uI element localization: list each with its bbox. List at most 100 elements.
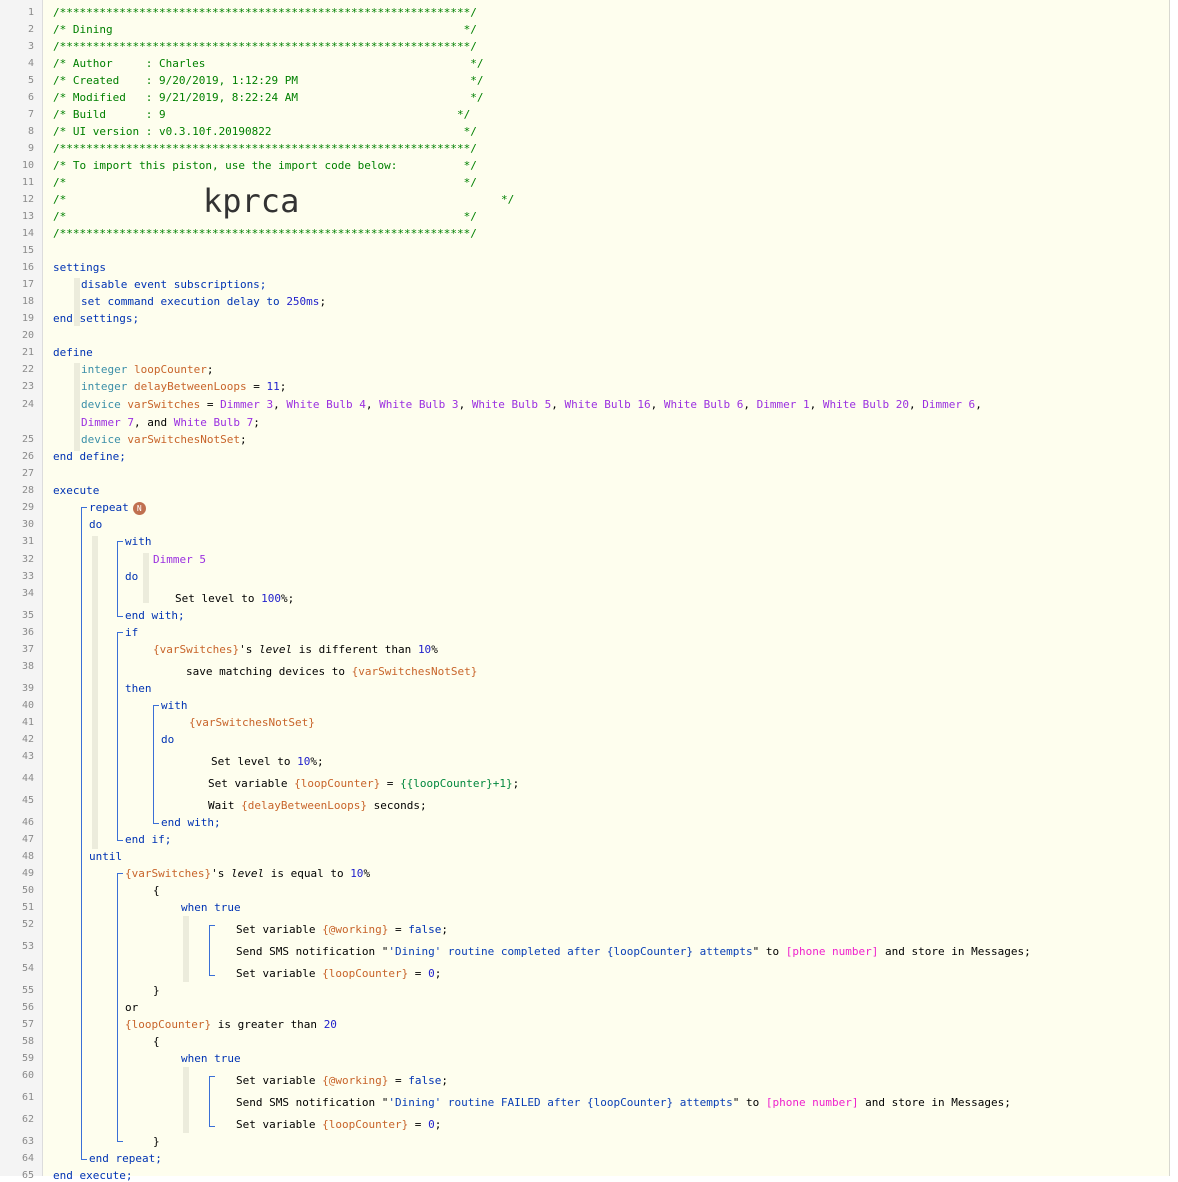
header-blank: /* */: [53, 210, 477, 223]
code-editor[interactable]: 1 2 3 4 5 6 7 8 9 10 11 12 13 14 15 16 17 18 19 20 21 22 23 24 2…: [0, 0, 1170, 1182]
end-with[interactable]: end with;: [161, 816, 221, 829]
indent-guide: [143, 553, 149, 603]
sms-to: " to: [732, 1096, 766, 1109]
level-value-100: 100: [261, 592, 281, 605]
send-sms-failed[interactable]: Send SMS notification "'Dining' routine …: [236, 1096, 1011, 1109]
settings-keyword[interactable]: settings: [53, 261, 106, 274]
var-switches-not-set-ref: {varSwitchesNotSet}: [351, 665, 478, 678]
line-number: 41: [21, 717, 34, 728]
line-number: 6: [27, 92, 34, 103]
when-true[interactable]: when true: [181, 901, 241, 914]
line-number: 35: [21, 610, 34, 621]
line-number: 42: [21, 734, 34, 745]
line-number: 5: [27, 75, 34, 86]
set-variable-working-false[interactable]: Set variable {@working} = false;: [236, 923, 448, 936]
value-10: 10: [350, 867, 364, 880]
sms-store: and store in Messages;: [878, 945, 1031, 958]
line-number: 60: [21, 1070, 34, 1081]
set-variable-loop-counter-zero[interactable]: Set variable {loopCounter} = 0;: [236, 967, 441, 980]
set-level-100[interactable]: Set level to 100%;: [175, 592, 294, 605]
then-keyword[interactable]: then: [125, 682, 152, 695]
wait-label: Wait: [208, 799, 242, 812]
when-true[interactable]: when true: [181, 1052, 241, 1065]
setting-command-delay[interactable]: set command execution delay to 250ms;: [81, 295, 326, 308]
equals: =: [380, 777, 401, 790]
with-var-switches-not-set[interactable]: {varSwitchesNotSet}: [189, 716, 315, 729]
value-10: 10: [417, 643, 432, 656]
semicolon: ;: [441, 1074, 448, 1087]
set-variable-loop-counter-inc[interactable]: Set variable {loopCounter} = {{loopCount…: [208, 777, 519, 790]
save-matching-devices[interactable]: save matching devices to {varSwitchesNot…: [186, 665, 477, 678]
define-loop-counter[interactable]: integer loopCounter;: [81, 363, 213, 376]
execute-keyword[interactable]: execute: [53, 484, 99, 497]
line-number: 10: [21, 160, 34, 171]
send-sms-completed[interactable]: Send SMS notification "'Dining' routine …: [236, 945, 1031, 958]
equals: =: [388, 1074, 409, 1087]
set-variable-working-false[interactable]: Set variable {@working} = false;: [236, 1074, 448, 1087]
repeat-do[interactable]: do: [89, 518, 102, 531]
line-number: 1: [27, 7, 34, 18]
line-number: 2: [27, 24, 34, 35]
device-name: Dimmer 1: [756, 398, 810, 411]
set-level-label: Set level to: [175, 592, 262, 605]
inner-with-bracket: [153, 711, 154, 817]
header-import-hint: /* To import this piston, use the import…: [53, 159, 477, 172]
brace-open: {: [153, 884, 160, 897]
with-keyword[interactable]: with: [161, 699, 188, 712]
var-switches: varSwitches: [127, 398, 201, 411]
end-with[interactable]: end with;: [125, 609, 185, 622]
line-number: 7: [27, 109, 34, 120]
indent-guide: [183, 916, 189, 982]
if-keyword[interactable]: if: [125, 626, 138, 639]
operator-different: is different than: [292, 643, 418, 656]
semicolon: ;: [434, 1118, 442, 1131]
with-device-dimmer5[interactable]: Dimmer 5: [153, 553, 206, 566]
repeat-statement[interactable]: repeat N: [89, 501, 146, 515]
until-condition-2[interactable]: {loopCounter} is greater than 20: [125, 1018, 337, 1031]
setting-disable-subscriptions[interactable]: disable event subscriptions;: [81, 278, 266, 291]
device-name: White Bulb 16: [564, 398, 651, 411]
var-switches-ref: {varSwitches}: [153, 643, 240, 656]
if-bracket-bottom: [117, 834, 123, 841]
define-var-switches[interactable]: device varSwitches = Dimmer 3, White Bul…: [81, 398, 982, 411]
loop-counter-ref: {loopCounter}: [322, 1118, 409, 1131]
with-do[interactable]: do: [125, 570, 138, 583]
end-if[interactable]: end if;: [125, 833, 171, 846]
define-keyword[interactable]: define: [53, 346, 93, 359]
line-number: 48: [21, 851, 34, 862]
line-number: 58: [21, 1036, 34, 1047]
end-repeat[interactable]: end repeat;: [89, 1152, 162, 1165]
end-define[interactable]: end define;: [53, 450, 126, 463]
if-condition[interactable]: {varSwitches}'s level is different than …: [153, 643, 438, 656]
line-number: 13: [21, 211, 34, 222]
define-var-switches-cont[interactable]: Dimmer 7, and White Bulb 7;: [81, 416, 260, 429]
line-number: 63: [21, 1136, 34, 1147]
with-do[interactable]: do: [161, 733, 174, 746]
working-ref: {@working}: [322, 1074, 389, 1087]
set-variable-loop-counter-zero[interactable]: Set variable {loopCounter} = 0;: [236, 1118, 441, 1131]
until-keyword[interactable]: until: [89, 850, 122, 863]
line-number: 29: [21, 502, 34, 513]
or-operator[interactable]: or: [125, 1001, 138, 1014]
line-number: 27: [21, 468, 34, 479]
end-settings[interactable]: end settings;: [53, 312, 139, 325]
delay-value: 11: [266, 380, 280, 393]
pct-semicolon: %;: [280, 592, 295, 605]
until-bracket: [117, 879, 118, 1135]
device-name: Dimmer 3: [220, 398, 274, 411]
with-keyword[interactable]: with: [125, 535, 152, 548]
line-number: 37: [21, 644, 34, 655]
wait-statement[interactable]: Wait {delayBetweenLoops} seconds;: [208, 799, 427, 812]
until-condition-1[interactable]: {varSwitches}'s level is equal to 10%: [125, 867, 370, 880]
loop-counter-ref: {loopCounter}: [322, 967, 409, 980]
header-modified: /* Modified : 9/21/2019, 8:22:24 AM */: [53, 91, 484, 104]
setting-delay-value: 250ms: [286, 295, 320, 308]
with-bracket-bottom: [117, 610, 123, 617]
indent-guide: [74, 363, 80, 451]
line-number: 38: [21, 661, 34, 672]
set-level-10[interactable]: Set level to 10%;: [211, 755, 324, 768]
zero-value: 0: [428, 1118, 435, 1131]
define-var-switches-not-set[interactable]: device varSwitchesNotSet;: [81, 433, 247, 446]
header-build: /* Build : 9 */: [53, 108, 471, 121]
define-delay-between-loops[interactable]: integer delayBetweenLoops = 11;: [81, 380, 286, 393]
